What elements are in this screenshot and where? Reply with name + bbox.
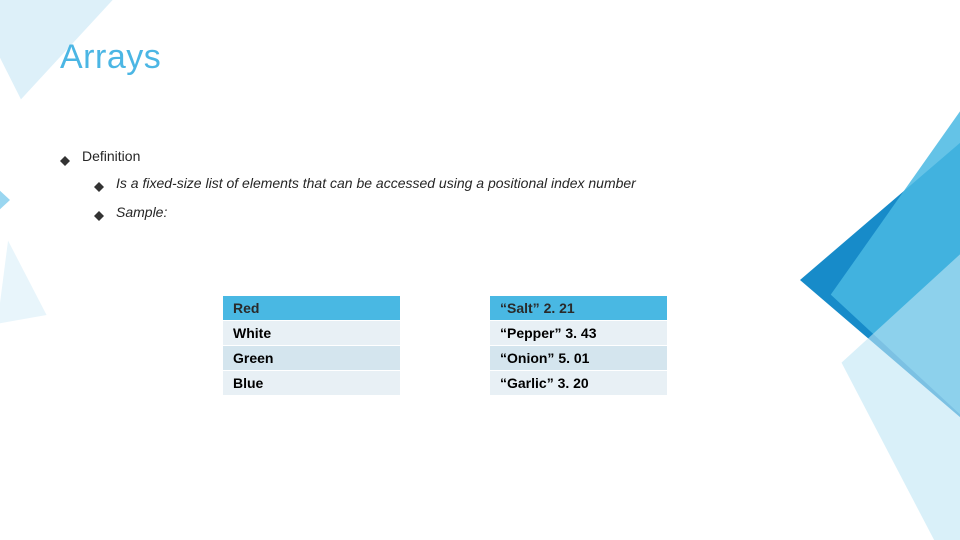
table-row: “Pepper” 3. 43 [490,321,668,346]
table-row: “Garlic” 3. 20 [490,371,668,396]
table-row: White [223,321,401,346]
cell: “Onion” 5. 01 [490,346,668,371]
table-row: Green [223,346,401,371]
cell: Red [223,296,401,321]
cell: Blue [223,371,401,396]
table-row: “Onion” 5. 01 [490,346,668,371]
colors-table: Red White Green Blue [222,295,401,396]
cell: Green [223,346,401,371]
bullet-icon [60,151,70,161]
content-area: Definition Is a fixed-size list of eleme… [60,148,800,232]
cell: “Garlic” 3. 20 [490,371,668,396]
bullet-text: Sample: [116,203,167,222]
cell: White [223,321,401,346]
bullet-definition: Definition [60,148,800,164]
table-row: Blue [223,371,401,396]
items-table: “Salt” 2. 21 “Pepper” 3. 43 “Onion” 5. 0… [489,295,668,396]
slide-title: Arrays [60,38,161,77]
table-row: Red [223,296,401,321]
sample-tables: Red White Green Blue “Salt” 2. 21 “Peppe… [222,295,668,396]
cell: “Salt” 2. 21 [490,296,668,321]
bullet-icon [94,177,104,187]
bullet-sample: Sample: [94,203,800,222]
bullet-text: Is a fixed-size list of elements that ca… [116,174,636,193]
bullet-icon [94,206,104,216]
decorative-background [0,0,960,540]
bullet-label: Definition [82,148,140,164]
cell: “Pepper” 3. 43 [490,321,668,346]
bullet-definition-text: Is a fixed-size list of elements that ca… [94,174,800,193]
table-row: “Salt” 2. 21 [490,296,668,321]
